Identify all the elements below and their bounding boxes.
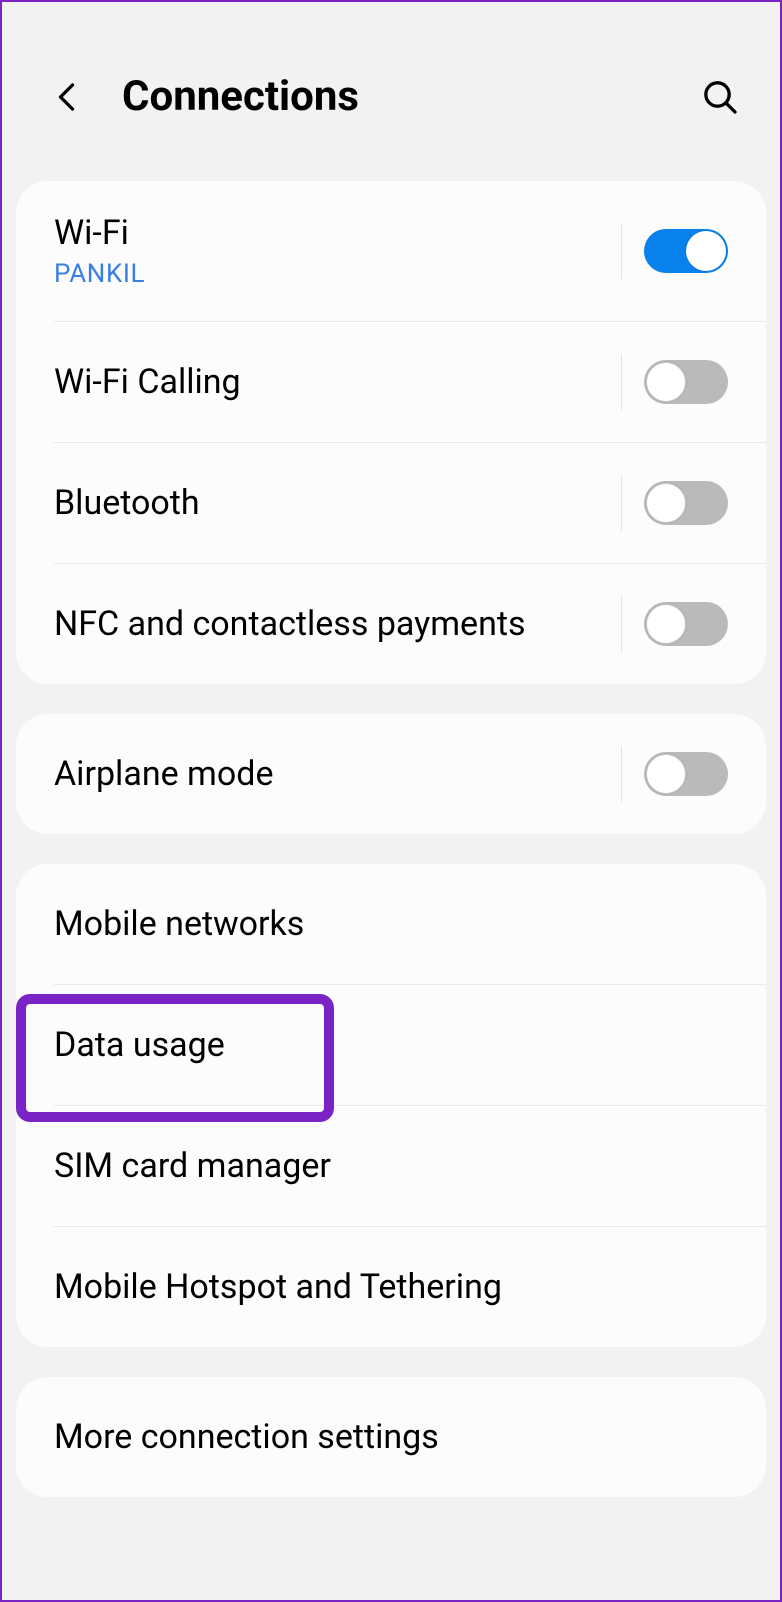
wifi-network: PANKIL <box>54 259 621 289</box>
divider-vertical <box>621 475 622 531</box>
wifi-calling-toggle[interactable] <box>644 360 728 404</box>
wifi-calling-label: Wi-Fi Calling <box>54 362 621 402</box>
mobile-networks-label: Mobile networks <box>54 904 728 944</box>
data-usage-row[interactable]: Data usage <box>16 985 766 1105</box>
divider-vertical <box>621 223 622 279</box>
nfc-row[interactable]: NFC and contactless payments <box>16 564 766 684</box>
wifi-label: Wi-Fi <box>54 213 621 253</box>
nfc-toggle[interactable] <box>644 602 728 646</box>
mobile-networks-row[interactable]: Mobile networks <box>16 864 766 984</box>
airplane-mode-toggle[interactable] <box>644 752 728 796</box>
connections-group-1: Wi-Fi PANKIL Wi-Fi Calling Bluetooth NFC… <box>16 181 766 684</box>
divider-vertical <box>621 746 622 802</box>
sim-card-manager-label: SIM card manager <box>54 1146 728 1186</box>
wifi-calling-row[interactable]: Wi-Fi Calling <box>16 322 766 442</box>
bluetooth-row[interactable]: Bluetooth <box>16 443 766 563</box>
page-title: Connections <box>122 72 700 121</box>
more-settings-row[interactable]: More connection settings <box>16 1377 766 1497</box>
connections-group-3: Mobile networks Data usage SIM card mana… <box>16 864 766 1347</box>
connections-group-4: More connection settings <box>16 1377 766 1497</box>
airplane-mode-row[interactable]: Airplane mode <box>16 714 766 834</box>
sim-card-manager-row[interactable]: SIM card manager <box>16 1106 766 1226</box>
wifi-row[interactable]: Wi-Fi PANKIL <box>16 181 766 321</box>
connections-group-2: Airplane mode <box>16 714 766 834</box>
nfc-label: NFC and contactless payments <box>54 604 621 644</box>
airplane-mode-label: Airplane mode <box>54 754 621 794</box>
divider-vertical <box>621 596 622 652</box>
bluetooth-label: Bluetooth <box>54 483 621 523</box>
more-settings-label: More connection settings <box>54 1417 728 1457</box>
bluetooth-toggle[interactable] <box>644 481 728 525</box>
mobile-hotspot-row[interactable]: Mobile Hotspot and Tethering <box>16 1227 766 1347</box>
divider-vertical <box>621 354 622 410</box>
wifi-toggle[interactable] <box>644 229 728 273</box>
search-icon[interactable] <box>700 77 740 117</box>
mobile-hotspot-label: Mobile Hotspot and Tethering <box>54 1267 728 1307</box>
data-usage-label: Data usage <box>54 1025 728 1065</box>
back-icon[interactable] <box>50 79 86 115</box>
